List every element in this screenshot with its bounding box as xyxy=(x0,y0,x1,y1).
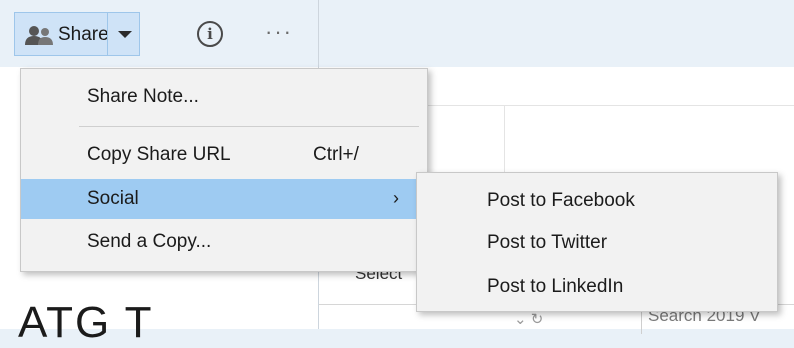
menu-item-label: Post to LinkedIn xyxy=(487,276,624,297)
menu-item-label: Post to Facebook xyxy=(487,190,635,211)
menu-item-label: Send a Copy... xyxy=(87,231,212,252)
people-icon xyxy=(25,26,53,45)
share-split-button: Share xyxy=(14,12,140,56)
submenu-arrow-icon: › xyxy=(393,188,399,208)
menu-item-label: Share Note... xyxy=(87,86,199,107)
menu-item-copy-share-url[interactable]: Copy Share URL Ctrl+/ xyxy=(21,135,427,175)
share-label: Share xyxy=(58,24,109,45)
menu-item-post-twitter[interactable]: Post to Twitter xyxy=(417,223,777,263)
refresh-icon[interactable]: ⌄ ↻ xyxy=(514,310,543,328)
share-menu: Share Note... Copy Share URL Ctrl+/ Soci… xyxy=(20,68,428,272)
menu-item-shortcut: Ctrl+/ xyxy=(313,144,359,165)
more-icon[interactable]: ··· xyxy=(265,21,293,43)
share-dropdown-toggle[interactable] xyxy=(107,13,140,55)
share-button[interactable]: Share xyxy=(15,13,109,55)
menu-item-social[interactable]: Social › xyxy=(21,179,427,219)
top-strip xyxy=(319,0,794,67)
menu-separator xyxy=(79,126,419,127)
menu-item-post-facebook[interactable]: Post to Facebook xyxy=(417,181,777,221)
social-submenu: Post to Facebook Post to Twitter Post to… xyxy=(416,172,778,312)
menu-item-share-note[interactable]: Share Note... xyxy=(21,77,427,117)
menu-item-label: Social xyxy=(87,188,139,209)
note-heading-text: ATG T xyxy=(18,298,154,347)
chevron-down-icon xyxy=(118,31,132,38)
menu-item-send-a-copy[interactable]: Send a Copy... xyxy=(21,222,427,262)
menu-item-label: Copy Share URL xyxy=(87,144,231,165)
menu-item-label: Post to Twitter xyxy=(487,232,608,253)
info-icon[interactable]: i xyxy=(197,21,223,47)
menu-item-post-linkedin[interactable]: Post to LinkedIn xyxy=(417,267,777,307)
